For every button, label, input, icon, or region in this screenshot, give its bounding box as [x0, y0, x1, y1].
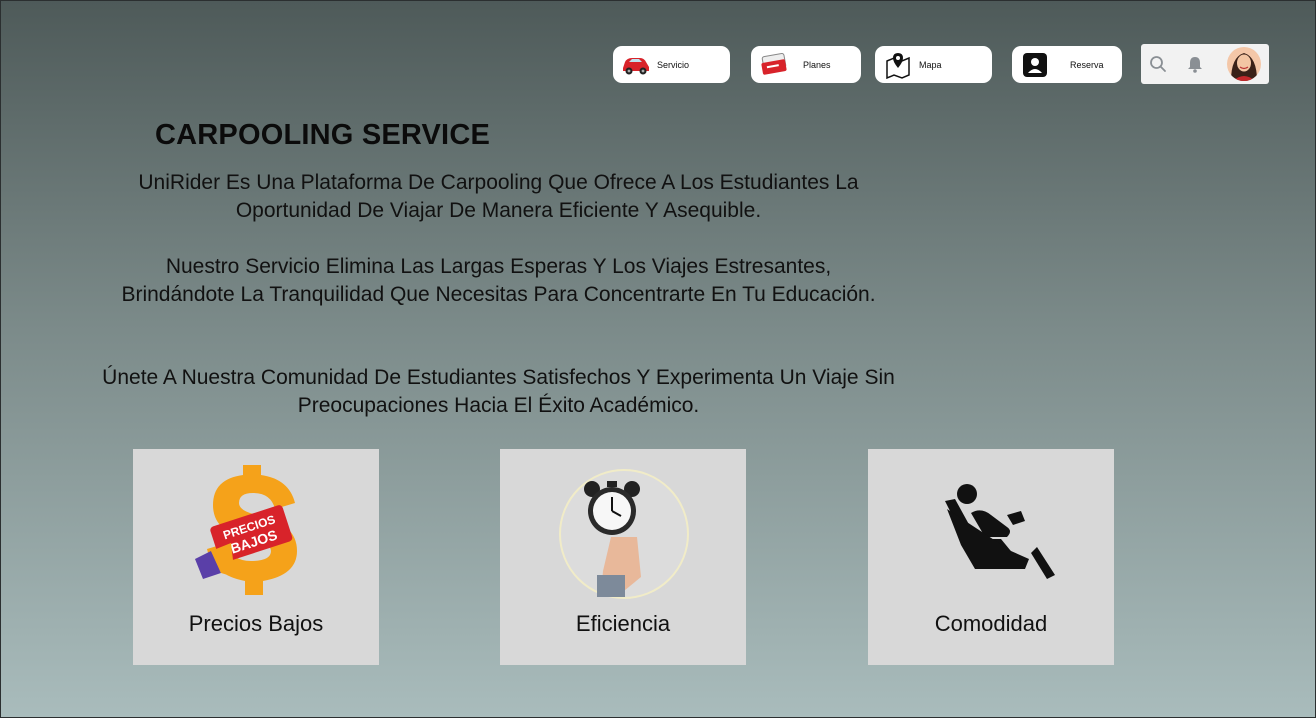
price-tag-icon: PRECIOS BAJOS — [195, 465, 297, 595]
feature-label: Eficiencia — [575, 611, 671, 636]
seat-icon — [945, 484, 1055, 579]
nav-label: Planes — [803, 59, 831, 70]
intro-paragraph: UniRider Es Una Plataforma De Carpooling… — [138, 171, 859, 222]
utility-bar — [1141, 44, 1269, 84]
alarm-clock-icon — [559, 469, 689, 599]
search-icon[interactable] — [1149, 55, 1167, 73]
nav-reserva[interactable]: Reserva — [1012, 46, 1122, 83]
nav-planes[interactable]: Planes — [751, 46, 861, 83]
nav-servicio[interactable]: Servicio — [613, 46, 730, 83]
feature-label: Comodidad — [934, 611, 1048, 636]
user-card-icon — [1018, 50, 1052, 80]
feature-label: Precios Bajos — [188, 611, 324, 636]
page-title: CARPOOLING SERVICE — [155, 119, 491, 151]
nav-mapa[interactable]: Mapa — [875, 46, 992, 83]
nav-label: Reserva — [1070, 59, 1104, 70]
bell-icon[interactable] — [1186, 55, 1204, 73]
service-paragraph: Nuestro Servicio Elimina Las Largas Espe… — [121, 255, 876, 306]
car-icon — [619, 50, 653, 80]
ticket-icon — [757, 50, 791, 80]
avatar[interactable] — [1227, 47, 1261, 81]
feature-card-precios[interactable]: PRECIOS BAJOS Precios Bajos — [133, 449, 379, 665]
community-paragraph: Únete A Nuestra Comunidad De Estudiantes… — [102, 366, 895, 417]
nav-label: Servicio — [657, 59, 690, 70]
feature-card-eficiencia[interactable]: Eficiencia — [500, 449, 746, 665]
nav-label: Mapa — [919, 59, 942, 70]
feature-card-comodidad[interactable]: Comodidad — [868, 449, 1114, 665]
map-pin-icon — [881, 50, 915, 80]
